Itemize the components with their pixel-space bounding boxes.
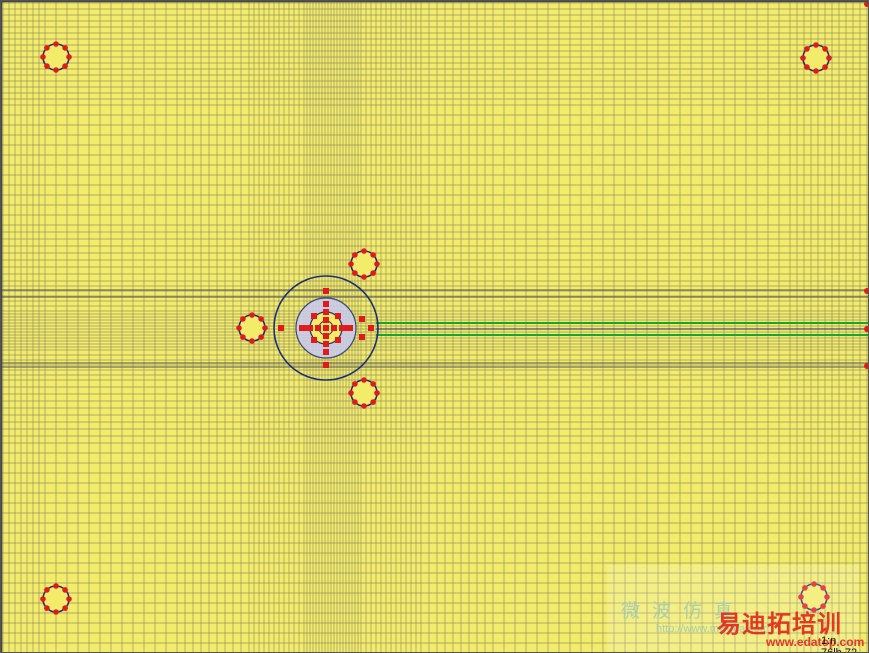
node-marker — [331, 325, 337, 331]
node-marker — [370, 270, 376, 276]
node-marker — [352, 270, 358, 276]
node-marker — [311, 337, 317, 343]
node-marker — [335, 337, 341, 343]
node-marker — [822, 46, 828, 52]
node-marker — [335, 313, 341, 319]
node-marker — [278, 325, 284, 331]
node-marker — [374, 390, 380, 396]
node-marker — [361, 403, 367, 409]
node-marker — [368, 325, 374, 331]
mesh-viewport[interactable]: 微波仿真 http://www.mweda.com 易迪拓培训 www.edat… — [0, 0, 869, 653]
node-marker — [800, 55, 806, 61]
node-marker — [361, 248, 367, 254]
node-marker — [343, 325, 349, 331]
watermark-brand-cn: 易迪拓培训 — [717, 610, 842, 638]
node-marker — [323, 301, 329, 307]
node-marker — [352, 252, 358, 258]
node-marker — [370, 381, 376, 387]
node-marker — [53, 609, 59, 615]
node-marker — [44, 587, 50, 593]
node-marker — [813, 42, 819, 48]
node-marker — [62, 605, 68, 611]
node-marker — [359, 316, 365, 322]
node-marker — [44, 45, 50, 51]
node-marker — [323, 349, 329, 355]
node-marker — [303, 325, 309, 331]
node-marker — [370, 399, 376, 405]
node-marker — [361, 274, 367, 280]
node-marker — [370, 252, 376, 258]
node-marker — [44, 605, 50, 611]
node-marker — [352, 399, 358, 405]
node-marker — [822, 64, 828, 70]
node-marker — [804, 46, 810, 52]
node-marker — [348, 261, 354, 267]
node-marker — [323, 341, 329, 347]
node-marker — [323, 317, 329, 323]
mesh-canvas[interactable] — [1, 1, 869, 653]
node-marker — [40, 54, 46, 60]
node-marker — [53, 583, 59, 589]
node-marker — [66, 596, 72, 602]
node-marker — [348, 390, 354, 396]
node-marker — [315, 325, 321, 331]
node-marker — [804, 64, 810, 70]
node-marker — [40, 596, 46, 602]
node-marker — [66, 54, 72, 60]
node-marker — [62, 587, 68, 593]
node-marker — [813, 68, 819, 74]
node-marker — [311, 313, 317, 319]
node-marker — [258, 316, 264, 322]
node-marker — [258, 334, 264, 340]
node-marker — [323, 362, 329, 368]
node-marker — [262, 325, 268, 331]
node-marker — [53, 41, 59, 47]
node-marker — [249, 338, 255, 344]
node-marker — [361, 377, 367, 383]
node-marker — [53, 67, 59, 73]
node-marker — [62, 45, 68, 51]
status-readout: 1:n 76lb.72 — [821, 635, 858, 653]
node-marker — [826, 55, 832, 61]
node-marker — [352, 381, 358, 387]
node-marker — [236, 325, 242, 331]
node-marker — [323, 333, 329, 339]
node-marker — [323, 325, 329, 331]
node-marker — [323, 288, 329, 294]
node-marker — [44, 63, 50, 69]
node-marker — [359, 334, 365, 340]
node-marker — [323, 309, 329, 315]
node-marker — [62, 63, 68, 69]
node-marker — [240, 316, 246, 322]
node-marker — [249, 312, 255, 318]
node-marker — [240, 334, 246, 340]
node-marker — [374, 261, 380, 267]
